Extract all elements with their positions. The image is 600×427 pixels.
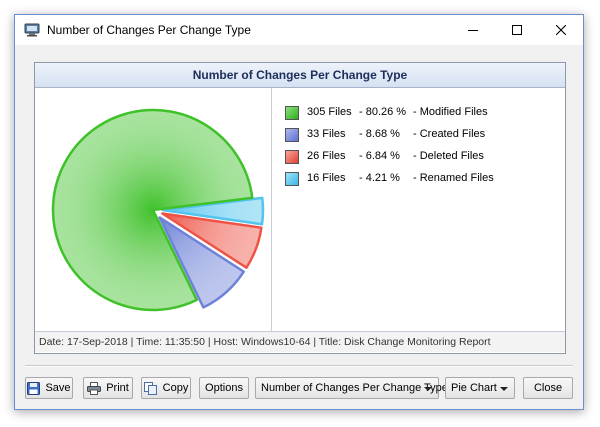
chart-type-dropdown[interactable]: Pie Chart [445, 377, 515, 399]
copy-button[interactable]: Copy [141, 377, 191, 399]
legend-percentage: - 4.21 % [359, 172, 400, 184]
legend-files-count: 16 Files [307, 172, 346, 184]
pie-chart [51, 108, 265, 312]
legend-label: - Modified Files [413, 106, 488, 118]
legend-percentage: - 8.68 % [359, 128, 400, 140]
save-button-label: Save [45, 382, 71, 394]
legend-item-renamed: 16 Files - 4.21 % - Renamed Files [285, 172, 545, 186]
legend-item-modified: 305 Files - 80.26 % - Modified Files [285, 106, 545, 120]
report-info-bar: Date: 17-Sep-2018 | Time: 11:35:50 | Hos… [35, 331, 565, 352]
window-title: Number of Changes Per Change Type [47, 23, 251, 37]
legend-item-created: 33 Files - 8.68 % - Created Files [285, 128, 545, 142]
legend-label: - Deleted Files [413, 150, 484, 162]
legend-percentage: - 80.26 % [359, 106, 407, 118]
pie-area [35, 88, 272, 331]
legend-swatch-created [285, 128, 299, 142]
copy-button-label: Copy [162, 382, 189, 394]
close-icon [556, 25, 566, 35]
chart-panel: Number of Changes Per Change Type 305 Fi… [34, 62, 566, 354]
chart-source-dropdown[interactable]: Number of Changes Per Change Type [255, 377, 448, 399]
minimize-icon [468, 30, 478, 31]
close-window-button[interactable] [539, 15, 583, 45]
save-button[interactable]: Save [25, 377, 73, 399]
legend-files-count: 33 Files [307, 128, 346, 140]
chevron-down-icon [500, 387, 508, 391]
close-button[interactable]: Close [523, 377, 573, 399]
legend-label: - Created Files [413, 128, 486, 140]
legend-percentage: - 6.84 % [359, 150, 400, 162]
maximize-icon [512, 25, 522, 35]
chart-source-selected: Number of Changes Per Change Type [261, 382, 448, 394]
options-button-label: Options [205, 382, 243, 394]
copy-icon [143, 381, 157, 395]
legend-files-count: 26 Files [307, 150, 346, 162]
print-button-label: Print [106, 382, 129, 394]
report-window: Number of Changes Per Change Type Number… [14, 14, 584, 410]
separator [25, 365, 573, 367]
minimize-button[interactable] [451, 15, 495, 45]
legend-label: - Renamed Files [413, 172, 494, 184]
legend-swatch-modified [285, 106, 299, 120]
monitor-icon [24, 23, 40, 37]
options-button[interactable]: Options [199, 377, 249, 399]
title-bar[interactable]: Number of Changes Per Change Type [15, 15, 583, 45]
print-button[interactable]: Print [83, 377, 133, 399]
floppy-disk-icon [27, 381, 41, 395]
legend-swatch-renamed [285, 172, 299, 186]
maximize-button[interactable] [495, 15, 539, 45]
legend-item-deleted: 26 Files - 6.84 % - Deleted Files [285, 150, 545, 164]
chevron-down-icon [424, 387, 432, 391]
close-button-label: Close [533, 382, 563, 394]
chart-title: Number of Changes Per Change Type [35, 63, 565, 88]
legend-swatch-deleted [285, 150, 299, 164]
legend-files-count: 305 Files [307, 106, 352, 118]
printer-icon [87, 381, 102, 395]
chart-type-selected: Pie Chart [451, 382, 497, 394]
